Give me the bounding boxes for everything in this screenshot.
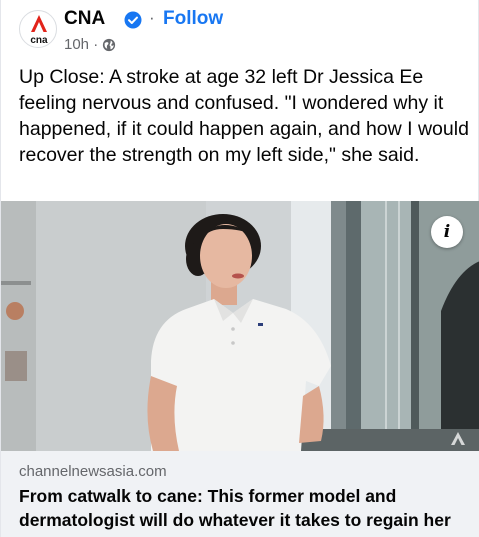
post-card: cna CNA · Follow 10h · Up Close: A strok… bbox=[0, 0, 479, 537]
cna-logo-icon: cna bbox=[30, 15, 48, 46]
link-domain: channelnewsasia.com bbox=[19, 463, 167, 480]
svg-text:cna: cna bbox=[30, 35, 48, 46]
info-icon[interactable]: i bbox=[431, 216, 463, 248]
post-meta: 10h · bbox=[64, 36, 116, 53]
link-title: From catwalk to cane: This former model … bbox=[19, 486, 451, 537]
cna-watermark-icon bbox=[451, 432, 465, 445]
woman-by-window-photo bbox=[1, 201, 479, 451]
post-text: Up Close: A stroke at age 32 left Dr Jes… bbox=[19, 66, 469, 166]
post-header: cna CNA · Follow 10h · bbox=[19, 6, 468, 56]
verified-badge-icon bbox=[124, 11, 142, 29]
post-time[interactable]: 10h · bbox=[64, 36, 98, 53]
separator-dot: · bbox=[149, 8, 155, 27]
globe-icon bbox=[103, 38, 116, 51]
follow-button[interactable]: Follow bbox=[163, 8, 223, 30]
page-name[interactable]: CNA bbox=[64, 8, 105, 30]
post-image[interactable] bbox=[1, 201, 479, 451]
page-avatar[interactable]: cna bbox=[19, 10, 57, 48]
link-preview[interactable]: channelnewsasia.com From catwalk to cane… bbox=[1, 451, 479, 537]
